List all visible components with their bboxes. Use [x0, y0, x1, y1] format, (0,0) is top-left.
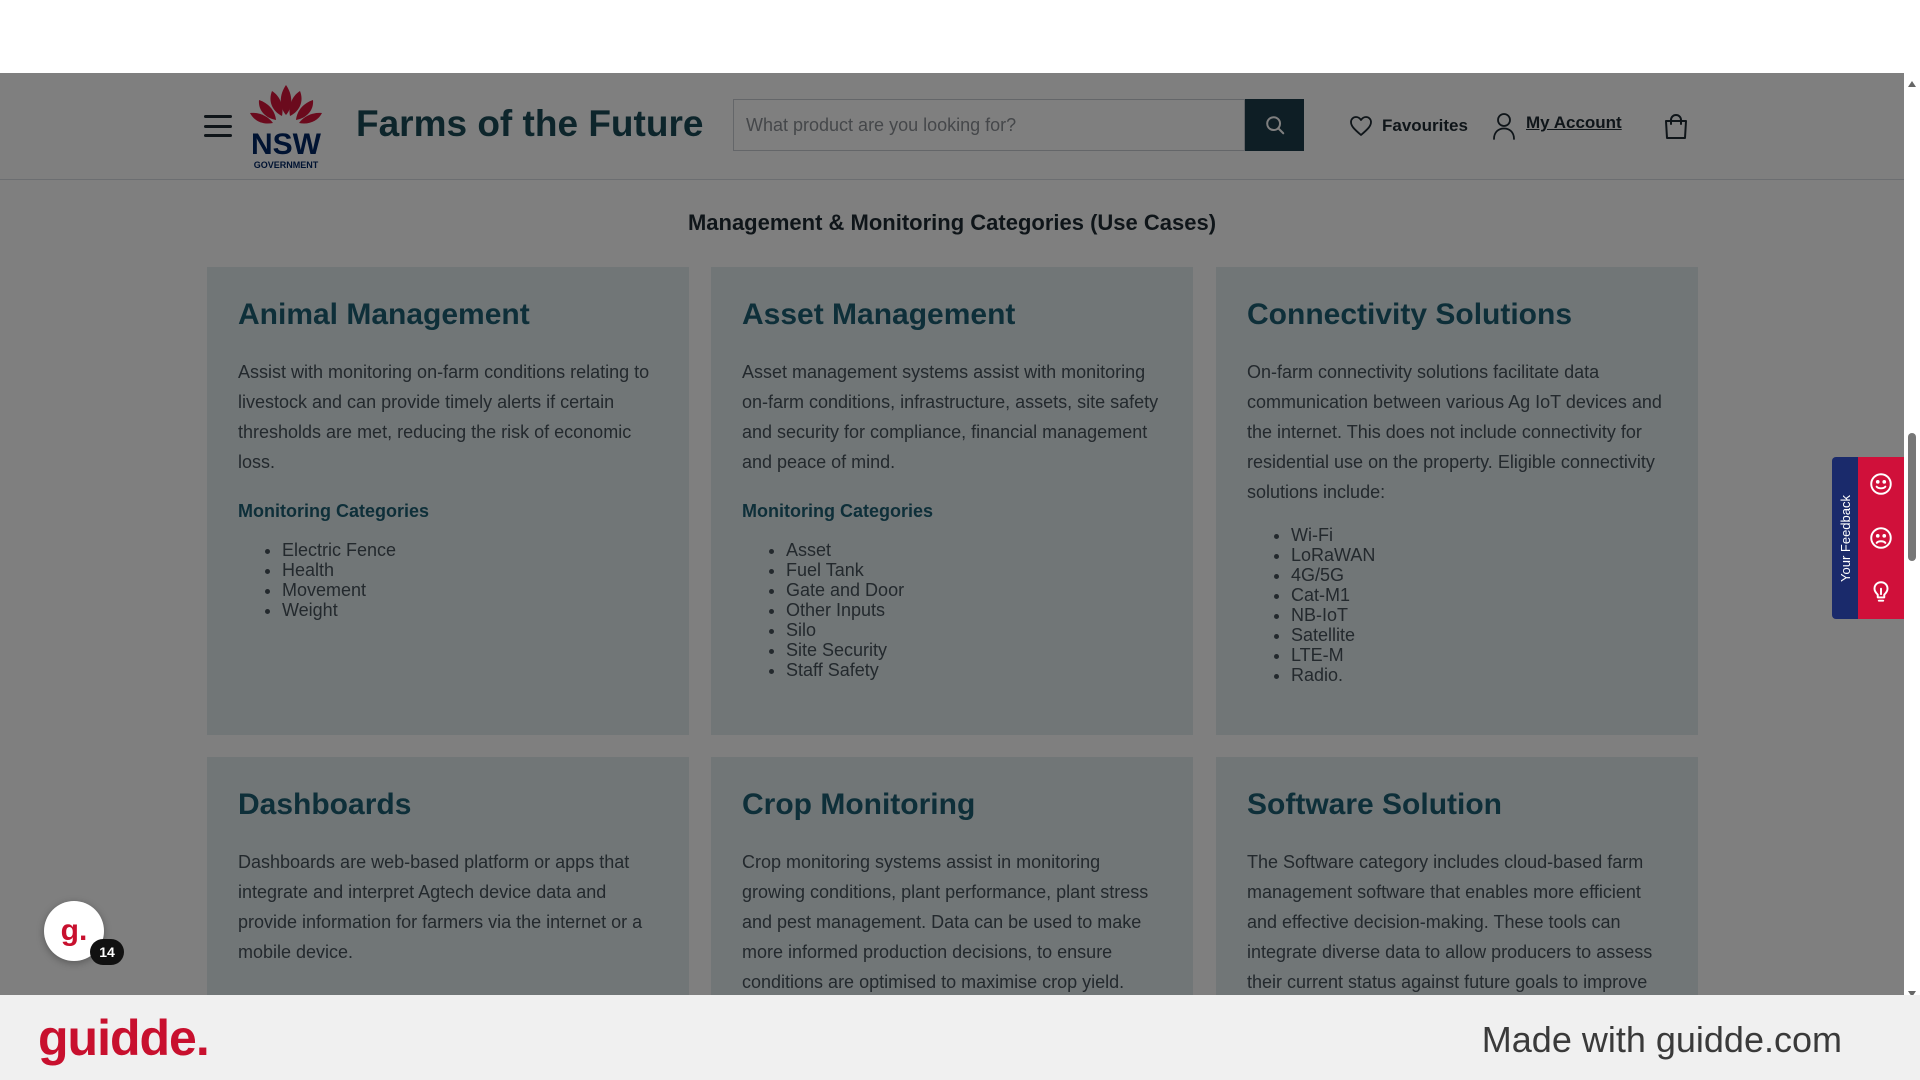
list-item: Other Inputs — [786, 600, 1162, 620]
card-subheading: Monitoring Categories — [238, 501, 430, 521]
list-item: 4G/5G — [1291, 565, 1667, 585]
list-item: Movement — [282, 580, 658, 600]
my-account-label[interactable]: My Account — [1526, 113, 1622, 133]
scroll-up-arrow-icon[interactable] — [1908, 81, 1916, 87]
list-item: Silo — [786, 620, 1162, 640]
card-title[interactable]: Dashboards — [238, 787, 658, 823]
list-item: Satellite — [1291, 625, 1667, 645]
card-connectivity-solutions[interactable]: Connectivity Solutions On-farm connectiv… — [1216, 267, 1698, 735]
feedback-icons — [1858, 457, 1904, 619]
favourites-link[interactable]: Favourites — [1348, 113, 1468, 139]
guidde-step-count-badge: 14 — [90, 939, 124, 965]
top-blank-bar — [0, 0, 1920, 73]
card-description: The Software category includes cloud-bas… — [1247, 852, 1653, 992]
search-button[interactable] — [1245, 99, 1304, 151]
list-item: Cat-M1 — [1291, 585, 1667, 605]
list-item: Fuel Tank — [786, 560, 1162, 580]
list-item: Staff Safety — [786, 660, 1162, 680]
logo-nsw-text: NSW — [251, 128, 322, 161]
page-viewport: NSW GOVERNMENT Farms of the Future Favou… — [0, 73, 1920, 995]
list-item: Radio. — [1291, 665, 1667, 685]
list-item: NB-IoT — [1291, 605, 1667, 625]
guidde-logo[interactable]: guidde. — [38, 1009, 210, 1067]
guidde-avatar-text: g. — [60, 914, 88, 947]
shopping-bag-icon[interactable] — [1662, 113, 1690, 141]
lightbulb-icon[interactable] — [1868, 579, 1894, 605]
monitoring-categories-list: Electric Fence Health Movement Weight — [238, 540, 658, 620]
card-animal-management[interactable]: Animal Management Assist with monitoring… — [207, 267, 689, 735]
feedback-label: Your Feedback — [1837, 494, 1853, 582]
made-with-guidde-text[interactable]: Made with guidde.com — [1482, 1019, 1842, 1061]
site-header: NSW GOVERNMENT Farms of the Future Favou… — [0, 73, 1904, 180]
logo-government-text: GOVERNMENT — [254, 160, 319, 170]
card-description: Assist with monitoring on-farm condition… — [238, 362, 650, 472]
list-item: Health — [282, 560, 658, 580]
feedback-widget[interactable]: Your Feedback — [1832, 457, 1904, 619]
card-description: Dashboards are web-based platform or app… — [238, 852, 643, 962]
card-title[interactable]: Crop Monitoring — [742, 787, 1162, 823]
list-item: Asset — [786, 540, 1162, 560]
hamburger-menu-icon[interactable] — [204, 115, 232, 137]
list-item: Gate and Door — [786, 580, 1162, 600]
card-title[interactable]: Software Solution — [1247, 787, 1667, 823]
card-description: On-farm connectivity solutions facilitat… — [1247, 362, 1662, 502]
card-title[interactable]: Connectivity Solutions — [1247, 297, 1667, 333]
nsw-government-logo[interactable]: NSW GOVERNMENT — [246, 83, 326, 171]
search-icon — [1265, 116, 1284, 135]
section-heading: Management & Monitoring Categories (Use … — [687, 210, 1217, 235]
feedback-tab[interactable]: Your Feedback — [1832, 457, 1858, 619]
connectivity-options-list: Wi-Fi LoRaWAN 4G/5G Cat-M1 NB-IoT Satell… — [1247, 525, 1667, 685]
my-account-link[interactable]: My Account — [1492, 111, 1622, 141]
card-crop-monitoring[interactable]: Crop Monitoring Crop monitoring systems … — [711, 757, 1193, 995]
list-item: Weight — [282, 600, 658, 620]
site-title[interactable]: Farms of the Future — [356, 103, 703, 145]
frown-icon[interactable] — [1868, 525, 1894, 551]
user-icon — [1493, 113, 1515, 140]
card-description: Crop monitoring systems assist in monito… — [742, 852, 1149, 992]
smile-icon[interactable] — [1868, 471, 1894, 497]
search-input[interactable] — [734, 100, 1244, 150]
scrollbar-thumb[interactable] — [1908, 433, 1916, 561]
card-subheading: Monitoring Categories — [742, 501, 934, 521]
card-dashboards[interactable]: Dashboards Dashboards are web-based plat… — [207, 757, 689, 995]
list-item: Electric Fence — [282, 540, 658, 560]
guidde-footer: guidde. Made with guidde.com — [0, 995, 1920, 1080]
search-field[interactable] — [733, 99, 1245, 151]
monitoring-categories-list: Asset Fuel Tank Gate and Door Other Inpu… — [742, 540, 1162, 680]
list-item: Wi-Fi — [1291, 525, 1667, 545]
list-item: Site Security — [786, 640, 1162, 660]
card-title[interactable]: Asset Management — [742, 297, 1162, 333]
card-software-solution[interactable]: Software Solution The Software category … — [1216, 757, 1698, 995]
list-item: LTE-M — [1291, 645, 1667, 665]
favourites-label: Favourites — [1382, 116, 1468, 135]
heart-icon — [1350, 116, 1372, 136]
list-item: LoRaWAN — [1291, 545, 1667, 565]
card-title[interactable]: Animal Management — [238, 297, 658, 333]
card-description: Asset management systems assist with mon… — [742, 362, 1159, 472]
card-asset-management[interactable]: Asset Management Asset management system… — [711, 267, 1193, 735]
